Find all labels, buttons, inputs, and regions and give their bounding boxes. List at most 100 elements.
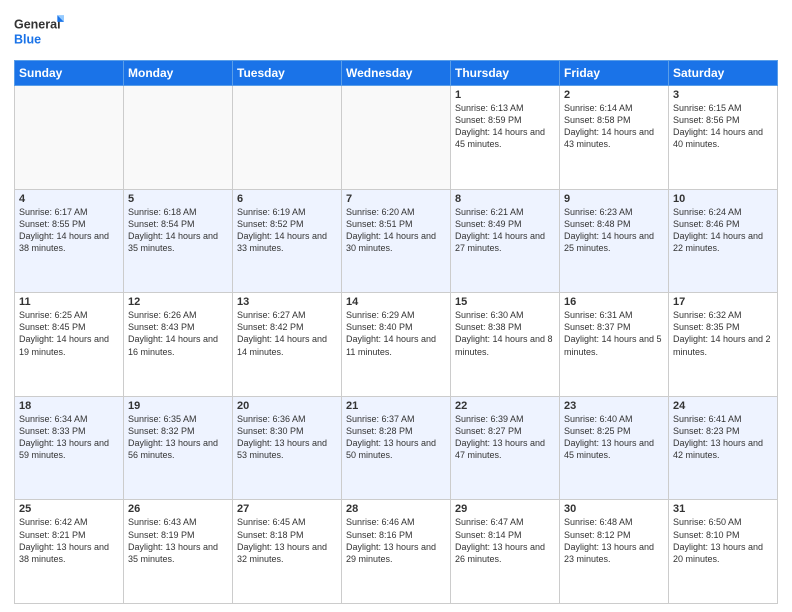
day-number: 27 xyxy=(237,503,337,515)
calendar-cell xyxy=(233,86,342,190)
day-info: Sunrise: 6:37 AMSunset: 8:28 PMDaylight:… xyxy=(346,413,446,462)
calendar-body: 1Sunrise: 6:13 AMSunset: 8:59 PMDaylight… xyxy=(15,86,778,604)
day-info: Sunrise: 6:47 AMSunset: 8:14 PMDaylight:… xyxy=(455,516,555,565)
day-number: 24 xyxy=(673,400,773,412)
svg-text:General: General xyxy=(14,18,61,32)
logo: General Blue xyxy=(14,10,64,52)
day-number: 4 xyxy=(19,193,119,205)
day-info: Sunrise: 6:26 AMSunset: 8:43 PMDaylight:… xyxy=(128,309,228,358)
day-number: 11 xyxy=(19,296,119,308)
day-info: Sunrise: 6:41 AMSunset: 8:23 PMDaylight:… xyxy=(673,413,773,462)
day-info: Sunrise: 6:32 AMSunset: 8:35 PMDaylight:… xyxy=(673,309,773,358)
calendar-week-row: 25Sunrise: 6:42 AMSunset: 8:21 PMDayligh… xyxy=(15,500,778,604)
day-info: Sunrise: 6:14 AMSunset: 8:58 PMDaylight:… xyxy=(564,102,664,151)
calendar-cell: 5Sunrise: 6:18 AMSunset: 8:54 PMDaylight… xyxy=(124,189,233,293)
calendar-cell: 11Sunrise: 6:25 AMSunset: 8:45 PMDayligh… xyxy=(15,293,124,397)
calendar-cell: 19Sunrise: 6:35 AMSunset: 8:32 PMDayligh… xyxy=(124,396,233,500)
day-info: Sunrise: 6:21 AMSunset: 8:49 PMDaylight:… xyxy=(455,206,555,255)
calendar-cell: 12Sunrise: 6:26 AMSunset: 8:43 PMDayligh… xyxy=(124,293,233,397)
day-info: Sunrise: 6:34 AMSunset: 8:33 PMDaylight:… xyxy=(19,413,119,462)
day-info: Sunrise: 6:25 AMSunset: 8:45 PMDaylight:… xyxy=(19,309,119,358)
day-info: Sunrise: 6:40 AMSunset: 8:25 PMDaylight:… xyxy=(564,413,664,462)
calendar-cell: 23Sunrise: 6:40 AMSunset: 8:25 PMDayligh… xyxy=(560,396,669,500)
svg-text:Blue: Blue xyxy=(14,33,41,47)
day-number: 12 xyxy=(128,296,228,308)
day-number: 2 xyxy=(564,89,664,101)
day-info: Sunrise: 6:24 AMSunset: 8:46 PMDaylight:… xyxy=(673,206,773,255)
day-number: 30 xyxy=(564,503,664,515)
calendar-cell: 24Sunrise: 6:41 AMSunset: 8:23 PMDayligh… xyxy=(669,396,778,500)
calendar-cell: 28Sunrise: 6:46 AMSunset: 8:16 PMDayligh… xyxy=(342,500,451,604)
calendar-cell: 31Sunrise: 6:50 AMSunset: 8:10 PMDayligh… xyxy=(669,500,778,604)
day-number: 5 xyxy=(128,193,228,205)
weekday-header-cell: Monday xyxy=(124,61,233,86)
day-number: 14 xyxy=(346,296,446,308)
calendar-cell: 27Sunrise: 6:45 AMSunset: 8:18 PMDayligh… xyxy=(233,500,342,604)
calendar-cell: 17Sunrise: 6:32 AMSunset: 8:35 PMDayligh… xyxy=(669,293,778,397)
day-number: 26 xyxy=(128,503,228,515)
calendar-cell: 20Sunrise: 6:36 AMSunset: 8:30 PMDayligh… xyxy=(233,396,342,500)
logo-svg: General Blue xyxy=(14,10,64,52)
calendar-cell: 30Sunrise: 6:48 AMSunset: 8:12 PMDayligh… xyxy=(560,500,669,604)
day-info: Sunrise: 6:23 AMSunset: 8:48 PMDaylight:… xyxy=(564,206,664,255)
day-info: Sunrise: 6:19 AMSunset: 8:52 PMDaylight:… xyxy=(237,206,337,255)
day-number: 25 xyxy=(19,503,119,515)
calendar-cell: 13Sunrise: 6:27 AMSunset: 8:42 PMDayligh… xyxy=(233,293,342,397)
day-info: Sunrise: 6:20 AMSunset: 8:51 PMDaylight:… xyxy=(346,206,446,255)
weekday-header-cell: Saturday xyxy=(669,61,778,86)
calendar-week-row: 4Sunrise: 6:17 AMSunset: 8:55 PMDaylight… xyxy=(15,189,778,293)
day-info: Sunrise: 6:50 AMSunset: 8:10 PMDaylight:… xyxy=(673,516,773,565)
calendar-cell: 1Sunrise: 6:13 AMSunset: 8:59 PMDaylight… xyxy=(451,86,560,190)
calendar-cell: 4Sunrise: 6:17 AMSunset: 8:55 PMDaylight… xyxy=(15,189,124,293)
calendar-cell: 16Sunrise: 6:31 AMSunset: 8:37 PMDayligh… xyxy=(560,293,669,397)
day-number: 17 xyxy=(673,296,773,308)
day-info: Sunrise: 6:46 AMSunset: 8:16 PMDaylight:… xyxy=(346,516,446,565)
weekday-header-cell: Friday xyxy=(560,61,669,86)
day-info: Sunrise: 6:35 AMSunset: 8:32 PMDaylight:… xyxy=(128,413,228,462)
calendar-cell: 14Sunrise: 6:29 AMSunset: 8:40 PMDayligh… xyxy=(342,293,451,397)
day-number: 13 xyxy=(237,296,337,308)
day-number: 20 xyxy=(237,400,337,412)
day-number: 31 xyxy=(673,503,773,515)
day-number: 19 xyxy=(128,400,228,412)
calendar-cell: 10Sunrise: 6:24 AMSunset: 8:46 PMDayligh… xyxy=(669,189,778,293)
day-number: 28 xyxy=(346,503,446,515)
day-info: Sunrise: 6:48 AMSunset: 8:12 PMDaylight:… xyxy=(564,516,664,565)
day-number: 22 xyxy=(455,400,555,412)
calendar-cell xyxy=(15,86,124,190)
calendar-table: SundayMondayTuesdayWednesdayThursdayFrid… xyxy=(14,60,778,604)
calendar-cell: 6Sunrise: 6:19 AMSunset: 8:52 PMDaylight… xyxy=(233,189,342,293)
day-info: Sunrise: 6:43 AMSunset: 8:19 PMDaylight:… xyxy=(128,516,228,565)
day-info: Sunrise: 6:30 AMSunset: 8:38 PMDaylight:… xyxy=(455,309,555,358)
day-info: Sunrise: 6:42 AMSunset: 8:21 PMDaylight:… xyxy=(19,516,119,565)
header: General Blue xyxy=(14,10,778,52)
day-number: 21 xyxy=(346,400,446,412)
weekday-header-row: SundayMondayTuesdayWednesdayThursdayFrid… xyxy=(15,61,778,86)
day-info: Sunrise: 6:36 AMSunset: 8:30 PMDaylight:… xyxy=(237,413,337,462)
calendar-week-row: 1Sunrise: 6:13 AMSunset: 8:59 PMDaylight… xyxy=(15,86,778,190)
day-info: Sunrise: 6:27 AMSunset: 8:42 PMDaylight:… xyxy=(237,309,337,358)
weekday-header-cell: Thursday xyxy=(451,61,560,86)
day-info: Sunrise: 6:17 AMSunset: 8:55 PMDaylight:… xyxy=(19,206,119,255)
calendar-cell: 29Sunrise: 6:47 AMSunset: 8:14 PMDayligh… xyxy=(451,500,560,604)
calendar-cell: 8Sunrise: 6:21 AMSunset: 8:49 PMDaylight… xyxy=(451,189,560,293)
day-info: Sunrise: 6:29 AMSunset: 8:40 PMDaylight:… xyxy=(346,309,446,358)
calendar-cell: 15Sunrise: 6:30 AMSunset: 8:38 PMDayligh… xyxy=(451,293,560,397)
day-number: 6 xyxy=(237,193,337,205)
day-info: Sunrise: 6:45 AMSunset: 8:18 PMDaylight:… xyxy=(237,516,337,565)
day-number: 15 xyxy=(455,296,555,308)
calendar-cell: 18Sunrise: 6:34 AMSunset: 8:33 PMDayligh… xyxy=(15,396,124,500)
day-info: Sunrise: 6:13 AMSunset: 8:59 PMDaylight:… xyxy=(455,102,555,151)
day-number: 23 xyxy=(564,400,664,412)
day-number: 1 xyxy=(455,89,555,101)
calendar-cell: 3Sunrise: 6:15 AMSunset: 8:56 PMDaylight… xyxy=(669,86,778,190)
day-number: 7 xyxy=(346,193,446,205)
day-number: 18 xyxy=(19,400,119,412)
day-info: Sunrise: 6:18 AMSunset: 8:54 PMDaylight:… xyxy=(128,206,228,255)
page: General Blue SundayMondayTuesdayWednesda… xyxy=(0,0,792,612)
calendar-cell: 9Sunrise: 6:23 AMSunset: 8:48 PMDaylight… xyxy=(560,189,669,293)
day-info: Sunrise: 6:31 AMSunset: 8:37 PMDaylight:… xyxy=(564,309,664,358)
calendar-cell xyxy=(124,86,233,190)
calendar-cell xyxy=(342,86,451,190)
calendar-cell: 7Sunrise: 6:20 AMSunset: 8:51 PMDaylight… xyxy=(342,189,451,293)
